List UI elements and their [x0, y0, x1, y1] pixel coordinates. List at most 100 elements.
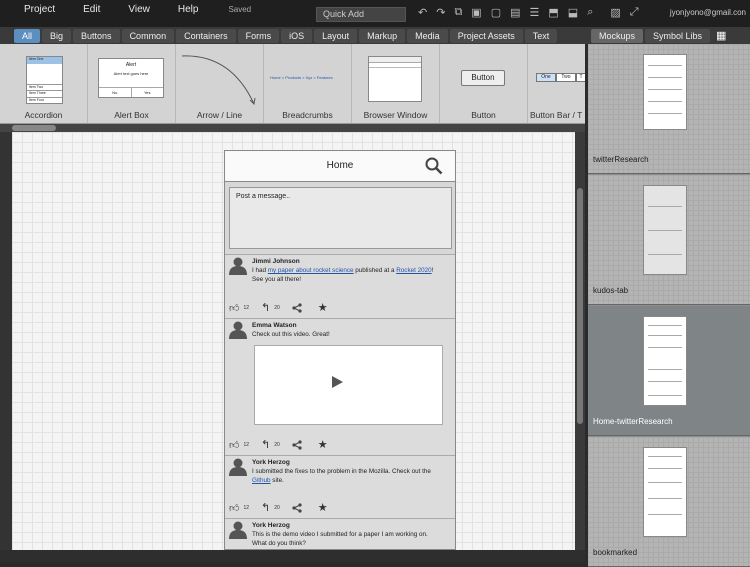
- tab-markup[interactable]: Markup: [359, 28, 406, 43]
- library-scrollbar[interactable]: [0, 124, 585, 132]
- library-item-browser-window[interactable]: Browser Window: [352, 44, 440, 123]
- user-email[interactable]: jyonjyono@gmail.con: [670, 8, 746, 17]
- video-player[interactable]: [254, 345, 443, 425]
- search-icon[interactable]: ⌕: [587, 6, 593, 19]
- fullscreen-icon[interactable]: ⤢: [630, 6, 639, 19]
- post-text-part: site.: [270, 477, 284, 484]
- menu-project[interactable]: Project: [24, 4, 55, 15]
- list-item: Jimmi Johnson I had my paper about rocke…: [225, 254, 455, 318]
- tab-layout[interactable]: Layout: [314, 28, 358, 43]
- accordion-item: Item Three: [27, 90, 62, 96]
- post-link[interactable]: Github: [252, 477, 271, 484]
- library-item-accordion[interactable]: Item One Item Two Item Three Item Four A…: [0, 44, 88, 123]
- toolbar-icons: ↶ ↷ ⧉ ▣ ▢ ▤ ☰ ⬒ ⬓ ⌕ ▨ ⤢: [418, 6, 639, 19]
- reply-icon[interactable]: ↰: [261, 438, 270, 451]
- redo-icon[interactable]: ↷: [436, 6, 445, 19]
- share-icon[interactable]: [292, 302, 302, 313]
- post-message-input[interactable]: Post a message..: [229, 187, 452, 249]
- send-back-icon[interactable]: ⬓: [568, 6, 578, 19]
- reply-icon[interactable]: ↰: [261, 501, 270, 514]
- tab-forms[interactable]: Forms: [237, 28, 280, 43]
- star-icon[interactable]: ★: [318, 438, 328, 451]
- share-icon[interactable]: [292, 502, 302, 513]
- library-item-label: Button Bar / T: [530, 110, 583, 120]
- post-author: Emma Watson: [252, 322, 297, 329]
- tab-buttons[interactable]: Buttons: [73, 28, 120, 43]
- tab-mockups[interactable]: Mockups: [591, 28, 644, 43]
- page-title: Home: [326, 160, 354, 171]
- post-text: I submitted the fixes to the problem in …: [252, 467, 442, 485]
- like-icon[interactable]: 👍︎: [229, 439, 239, 451]
- tab-all[interactable]: All: [14, 28, 41, 43]
- ungroup-icon[interactable]: ▢: [491, 6, 501, 19]
- mockup-preview: [643, 54, 687, 130]
- mockup-preview: [643, 185, 687, 275]
- menu-help[interactable]: Help: [178, 4, 199, 15]
- like-count: 12: [243, 504, 250, 511]
- post-link[interactable]: my paper about rocket science: [268, 267, 354, 274]
- right-panel-tabs: Mockups Symbol Libs ▦: [588, 27, 750, 44]
- search-icon[interactable]: [425, 157, 443, 175]
- library-item-arrow-line[interactable]: Arrow / Line: [176, 44, 264, 123]
- library-item-alert-box[interactable]: Alert Alert text goes here No Yes Alert …: [88, 44, 176, 123]
- play-icon[interactable]: [332, 376, 343, 388]
- mockup-thumbnail[interactable]: twitterResearch: [588, 44, 750, 174]
- avatar-icon: [229, 458, 247, 476]
- post-text-part: I had: [252, 267, 268, 274]
- library-item-label: Browser Window: [363, 110, 428, 120]
- canvas-scrollbar[interactable]: [575, 132, 585, 550]
- post-text-part: published at a: [353, 267, 397, 274]
- bring-front-icon[interactable]: ⬒: [548, 6, 558, 19]
- avatar-icon: [229, 521, 247, 539]
- mockup-name: twitterResearch: [593, 155, 649, 164]
- post-link[interactable]: Rocket 2020: [396, 267, 431, 274]
- quick-add-input[interactable]: Quick Add: [316, 7, 406, 22]
- reply-count: 20: [274, 504, 280, 511]
- tab-ios[interactable]: iOS: [281, 28, 313, 43]
- button-bar-preview: One Two T: [536, 73, 585, 82]
- mockup-name: Home-twitterResearch: [593, 417, 673, 426]
- library-item-button-bar[interactable]: One Two T Button Bar / T: [528, 44, 585, 123]
- lock-icon[interactable]: ▤: [510, 6, 520, 19]
- tab-big[interactable]: Big: [42, 28, 72, 43]
- phone-mockup[interactable]: Home Post a message.. Jimmi Johnson I ha…: [224, 150, 456, 550]
- tab-common[interactable]: Common: [121, 28, 175, 43]
- scrollbar-thumb[interactable]: [577, 188, 583, 424]
- mockup-thumbnail[interactable]: bookmarked: [588, 437, 750, 567]
- status-bar: [0, 550, 585, 562]
- image-icon[interactable]: ▨: [610, 6, 620, 19]
- duplicate-icon[interactable]: ⧉: [454, 6, 462, 19]
- star-icon[interactable]: ★: [318, 301, 328, 314]
- button-bar-item: One: [536, 73, 556, 82]
- accordion-preview: Item One Item Two Item Three Item Four: [26, 56, 63, 104]
- mockup-thumbnail[interactable]: Home-twitterResearch: [588, 306, 750, 436]
- mockup-canvas[interactable]: Home Post a message.. Jimmi Johnson I ha…: [12, 132, 575, 550]
- tab-containers[interactable]: Containers: [176, 28, 236, 43]
- mockup-thumbnail[interactable]: kudos-tab: [588, 175, 750, 305]
- breadcrumbs-preview: Home > Products > Xyz > Features: [270, 75, 333, 80]
- like-icon[interactable]: 👍︎: [229, 302, 239, 314]
- like-icon[interactable]: 👍︎: [229, 502, 239, 514]
- library-item-breadcrumbs[interactable]: Home > Products > Xyz > Features Breadcr…: [264, 44, 352, 123]
- tab-symbol-libs[interactable]: Symbol Libs: [645, 28, 711, 43]
- grid-view-icon[interactable]: ▦: [716, 29, 726, 42]
- menu-edit[interactable]: Edit: [83, 4, 100, 15]
- tab-text[interactable]: Text: [524, 28, 558, 43]
- tab-project-assets[interactable]: Project Assets: [449, 28, 523, 43]
- alert-body: Alert text goes here: [113, 71, 149, 76]
- align-icon[interactable]: ☰: [530, 6, 540, 19]
- list-item: Emma Watson Check out this video. Great!…: [225, 318, 455, 455]
- scrollbar-thumb[interactable]: [12, 125, 56, 131]
- library-item-button[interactable]: Button Button: [440, 44, 528, 123]
- star-icon[interactable]: ★: [318, 501, 328, 514]
- tab-media[interactable]: Media: [407, 28, 448, 43]
- group-icon[interactable]: ▣: [471, 6, 481, 19]
- library-item-label: Alert Box: [114, 110, 149, 120]
- menu-view[interactable]: View: [128, 4, 150, 15]
- undo-icon[interactable]: ↶: [418, 6, 427, 19]
- library-item-label: Button: [471, 110, 496, 120]
- reply-icon[interactable]: ↰: [261, 301, 270, 314]
- library-tabs: All Big Buttons Common Containers Forms …: [0, 27, 588, 44]
- share-icon[interactable]: [292, 439, 302, 450]
- list-item: York Herzog I submitted the fixes to the…: [225, 455, 455, 518]
